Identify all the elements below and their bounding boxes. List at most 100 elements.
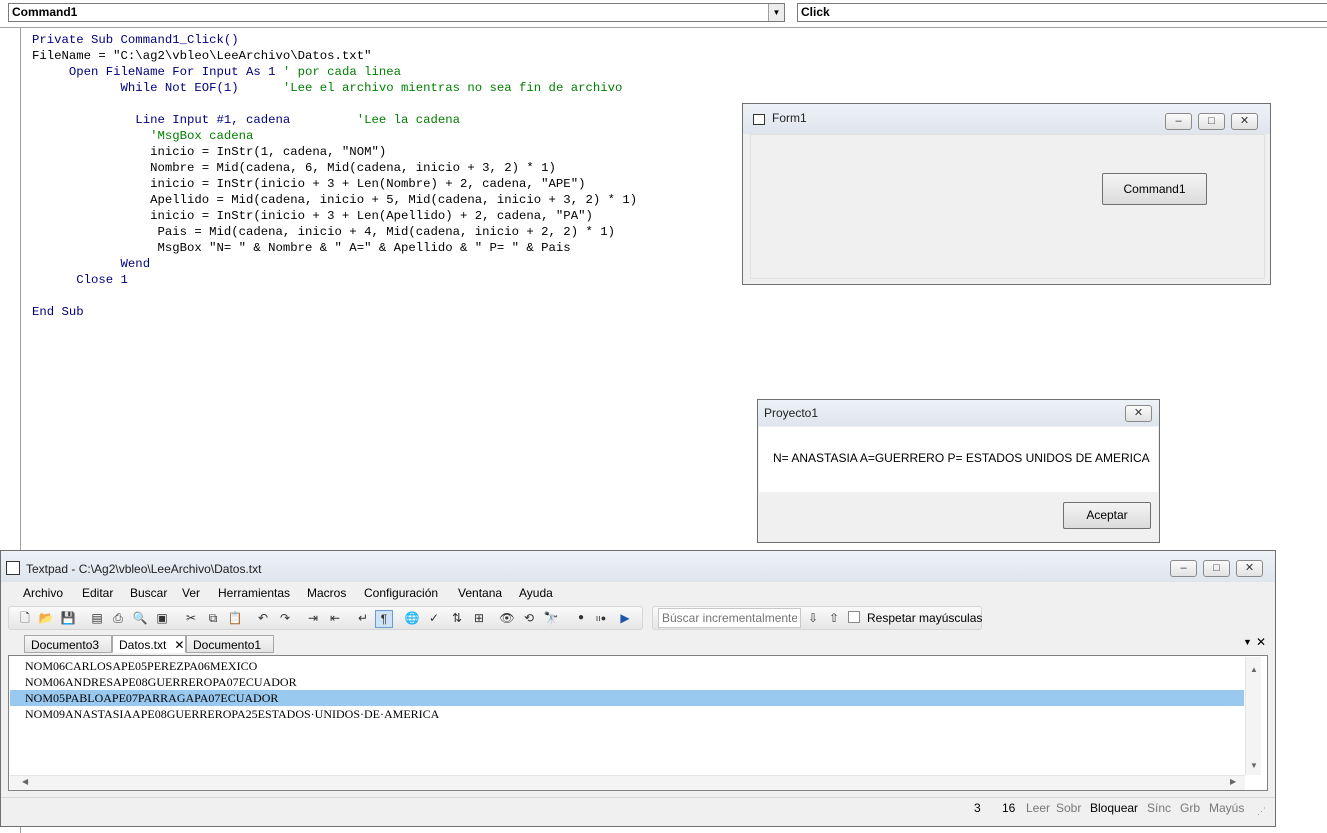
cut-icon[interactable]: ✂	[183, 610, 199, 626]
replace-icon[interactable]: ⟲	[521, 610, 537, 626]
menu-item[interactable]: Herramientas	[218, 586, 290, 600]
minimize-icon[interactable]: –	[1170, 560, 1197, 577]
close-icon[interactable]: ✕	[1236, 560, 1263, 577]
pause-macro-icon[interactable]: ıı●	[593, 610, 609, 626]
code-line: Pais = Mid(cadena, inicio + 4, Mid(caden…	[32, 224, 637, 240]
code-text: inicio = InStr(inicio + 3 + Len(Nombre) …	[32, 177, 586, 191]
document-tab[interactable]: Documento1 *	[186, 635, 274, 670]
code-keyword: Wend	[32, 257, 151, 271]
sort-icon[interactable]: ⇅	[449, 610, 465, 626]
compare-icon[interactable]: ⊞	[471, 610, 487, 626]
menu-item[interactable]: Archivo	[23, 586, 63, 600]
record-macro-icon[interactable]: ●	[573, 610, 589, 626]
find-in-files-icon[interactable]: 🔭	[543, 610, 559, 626]
paste-icon[interactable]: 📋	[227, 610, 243, 626]
close-document-icon[interactable]: ✕	[1256, 635, 1266, 649]
code-keyword: Private Sub Command1_Click()	[32, 33, 239, 47]
close-icon[interactable]: ✕	[1125, 405, 1152, 422]
code-comment: 'MsgBox cadena	[150, 129, 254, 143]
document-tab[interactable]: Datos.txt ✕	[112, 635, 186, 653]
menu-item[interactable]: Configuración	[364, 586, 438, 600]
globe-icon[interactable]: 🌐	[404, 610, 420, 626]
vertical-scrollbar[interactable]: ▲ ▼	[1245, 657, 1261, 775]
chevron-down-icon[interactable]: ▼	[768, 4, 784, 21]
code-text: Nombre = Mid(cadena, 6, Mid(cadena, inic…	[32, 161, 556, 175]
close-icon[interactable]: ✕	[1231, 113, 1258, 130]
menu-item[interactable]: Ayuda	[519, 586, 553, 600]
menu-item[interactable]: Buscar	[130, 586, 167, 600]
arrow-down-icon[interactable]: ⇩	[805, 610, 821, 626]
outdent-icon[interactable]: ⇤	[327, 610, 343, 626]
code-line: inicio = InStr(inicio + 3 + Len(Apellido…	[32, 208, 637, 224]
editor-line: NOM06ANDRESAPE08GUERREROPA07ECUADOR	[25, 675, 297, 689]
maximize-icon[interactable]: □	[1198, 113, 1225, 130]
match-case-label: Respetar mayúsculas	[867, 611, 983, 625]
menu-item[interactable]: Editar	[82, 586, 113, 600]
word-wrap-icon[interactable]: ↵	[355, 610, 371, 626]
print-icon[interactable]: ⎙	[110, 610, 126, 626]
code-keyword: End Sub	[32, 305, 84, 319]
code-line: Open FileName For Input As 1 ' por cada …	[32, 64, 637, 80]
horizontal-scrollbar[interactable]: ◀ ▶	[10, 775, 1245, 790]
menu-item[interactable]: Ventana	[458, 586, 502, 600]
scroll-right-icon[interactable]: ▶	[1230, 777, 1236, 786]
ide-divider	[0, 27, 1327, 28]
status-overwrite: Sobr	[1056, 801, 1082, 815]
print-preview-icon[interactable]: 🔍	[132, 610, 148, 626]
copy-icon[interactable]: ⧉	[205, 610, 221, 626]
textpad-app-icon	[6, 561, 20, 575]
play-macro-icon[interactable]: ▶	[617, 610, 633, 626]
scroll-left-icon[interactable]: ◀	[22, 777, 28, 786]
code-text: Apellido = Mid(cadena, inicio + 5, Mid(c…	[32, 193, 638, 207]
redo-icon[interactable]: ↷	[277, 610, 293, 626]
code-editor[interactable]: Private Sub Command1_Click() FileName = "…	[32, 32, 637, 320]
resize-grip-icon[interactable]: ⋰	[1257, 806, 1266, 817]
status-record: Grb	[1180, 801, 1201, 815]
open-folder-icon[interactable]: 📂	[38, 610, 54, 626]
match-case-checkbox[interactable]	[848, 611, 860, 623]
code-keyword: Line Input #1, cadena	[32, 113, 357, 127]
command1-button[interactable]: Command1	[1102, 173, 1207, 205]
code-line: inicio = InStr(1, cadena, "NOM")	[32, 144, 637, 160]
code-line: Private Sub Command1_Click()	[32, 32, 637, 48]
status-caps: Mayús	[1209, 801, 1245, 815]
status-block: Bloquear	[1090, 801, 1139, 815]
incremental-search-input[interactable]	[658, 608, 801, 628]
save-icon[interactable]: 💾	[60, 610, 76, 626]
code-keyword: While Not EOF(1)	[32, 81, 283, 95]
spellcheck-icon[interactable]: ✓	[426, 610, 442, 626]
procedure-combo[interactable]: Click	[797, 3, 1327, 22]
arrow-up-icon[interactable]: ⇧	[826, 610, 842, 626]
code-line: Apellido = Mid(cadena, inicio + 5, Mid(c…	[32, 192, 637, 208]
editor-line: NOM09ANASTASIAAPE08GUERREROPA25ESTADOS·U…	[25, 707, 440, 721]
code-keyword: Close 1	[32, 273, 128, 287]
show-marks-icon[interactable]: ¶	[375, 610, 393, 628]
new-file-icon[interactable]: 🗋	[17, 610, 33, 626]
object-combo[interactable]: Command1 ▼	[8, 3, 785, 22]
code-text: inicio = InStr(1, cadena, "NOM")	[32, 145, 387, 159]
form1-client-area	[750, 134, 1265, 279]
view-icon[interactable]: 👁	[499, 610, 515, 626]
code-comment: ' por cada linea	[282, 65, 401, 79]
properties-icon[interactable]: ▣	[154, 610, 170, 626]
document-tab[interactable]: Documento3 *	[24, 635, 112, 670]
maximize-icon[interactable]: □	[1203, 560, 1230, 577]
code-line: Line Input #1, cadena 'Lee la cadena	[32, 112, 637, 128]
indent-icon[interactable]: ⇥	[305, 610, 321, 626]
menu-item[interactable]: Macros	[307, 586, 346, 600]
undo-icon[interactable]: ↶	[255, 610, 271, 626]
save-all-icon[interactable]: ▤	[89, 610, 105, 626]
tab-label: Datos.txt	[119, 638, 167, 652]
menu-item[interactable]: Ver	[182, 586, 200, 600]
scroll-down-icon[interactable]: ▼	[1250, 761, 1258, 770]
msgbox-window: Proyecto1 ✕ N= ANASTASIA A=GUERRERO P= E…	[757, 399, 1160, 543]
minimize-icon[interactable]: –	[1165, 113, 1192, 130]
scroll-up-icon[interactable]: ▲	[1250, 665, 1258, 674]
close-tab-icon[interactable]: ✕	[174, 638, 184, 652]
accept-button[interactable]: Aceptar	[1063, 502, 1151, 529]
code-line: FileName = "C:\ag2\vbleo\LeeArchivo\Dato…	[32, 48, 637, 64]
tab-list-chevron-icon[interactable]: ▼	[1243, 637, 1252, 647]
